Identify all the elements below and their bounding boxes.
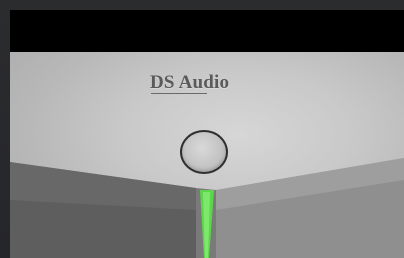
power-button[interactable] bbox=[180, 130, 228, 174]
screen-frame: DS Audio bbox=[0, 0, 404, 258]
brand-logo: DS Audio bbox=[150, 72, 230, 93]
video-frame: DS Audio bbox=[10, 10, 404, 258]
brand-logo-underline bbox=[151, 93, 207, 94]
